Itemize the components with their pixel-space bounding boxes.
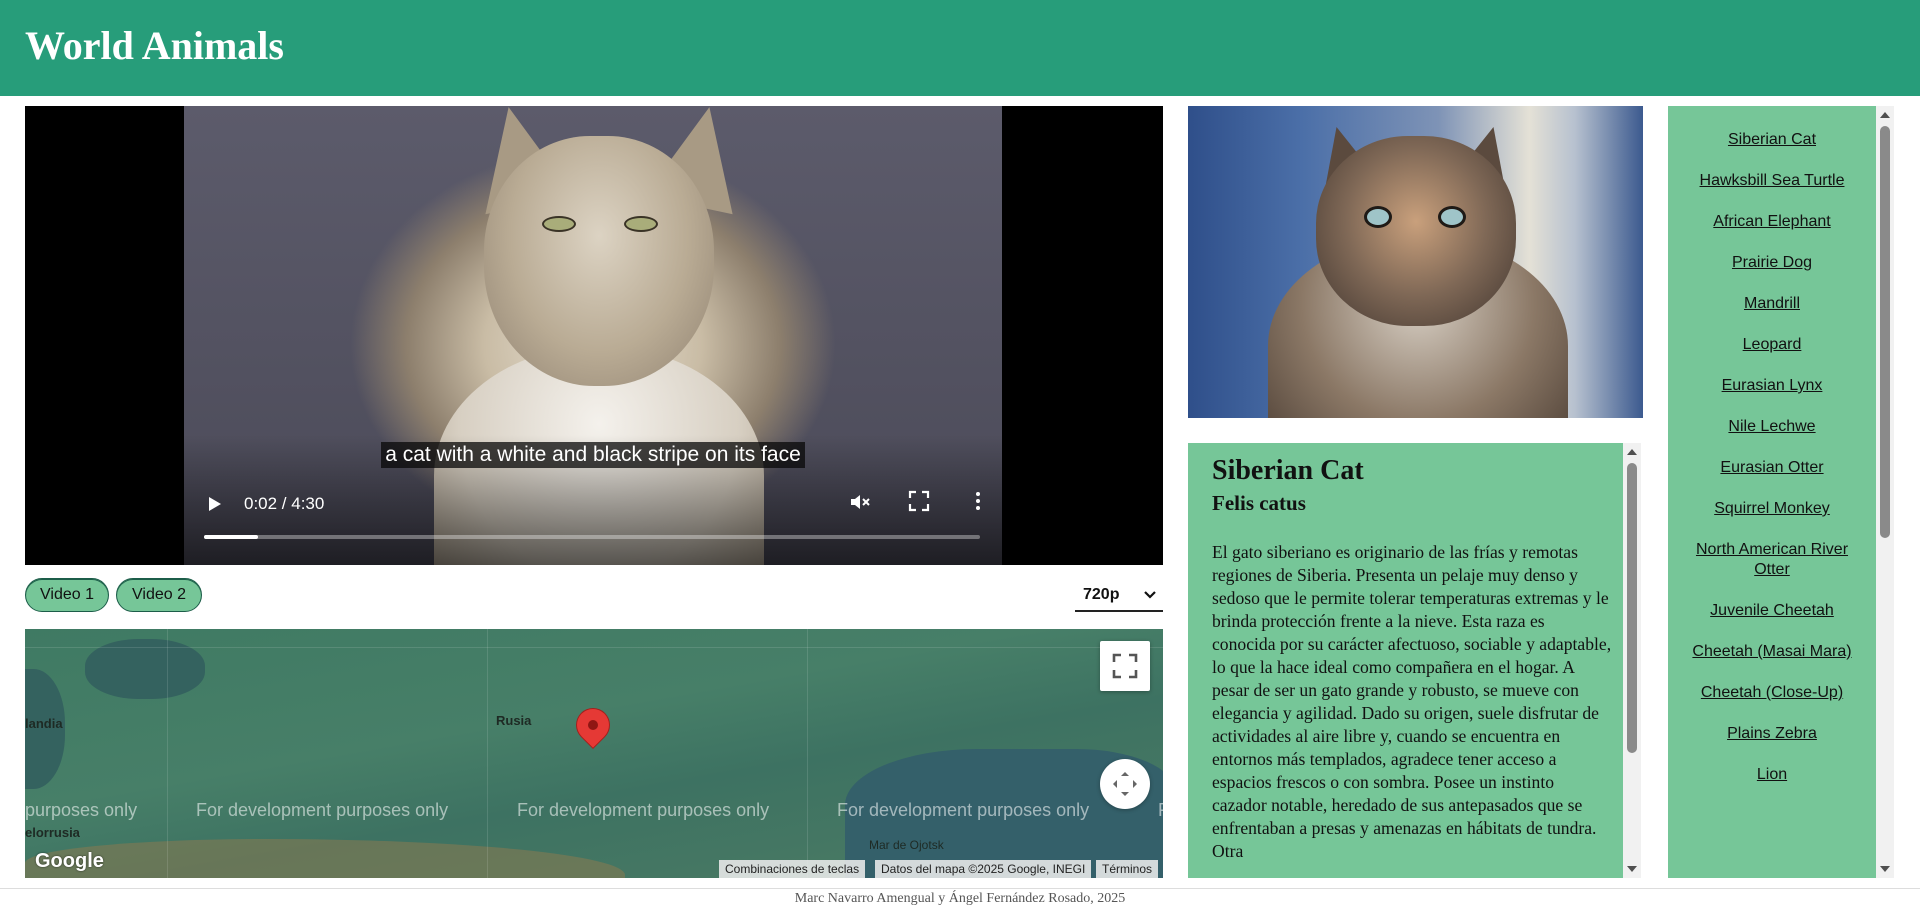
- animal-list-item: Eurasian Lynx: [1668, 376, 1876, 396]
- animal-link[interactable]: Squirrel Monkey: [1714, 500, 1830, 517]
- animal-description: El gato siberiano es originario de las f…: [1212, 542, 1612, 861]
- animal-link[interactable]: Mandrill: [1744, 295, 1800, 312]
- video-player[interactable]: a cat with a white and black stripe on i…: [25, 106, 1163, 565]
- video-frame: a cat with a white and black stripe on i…: [184, 106, 1002, 565]
- animal-link[interactable]: Leopard: [1743, 336, 1802, 353]
- animal-list-item: Cheetah (Close-Up): [1668, 683, 1876, 703]
- animal-link[interactable]: Eurasian Lynx: [1722, 377, 1823, 394]
- photo-cat-eye-shape: [1438, 206, 1466, 228]
- animal-list-item: Eurasian Otter: [1668, 458, 1876, 478]
- map-place-label: elorrusia: [25, 825, 80, 840]
- photo-cat-eye-shape: [1364, 206, 1392, 228]
- map-keyboard-shortcuts-link[interactable]: Combinaciones de teclas: [719, 860, 866, 878]
- animal-list-item: Juvenile Cheetah: [1668, 601, 1876, 621]
- map-land: [25, 839, 625, 878]
- map-lake: [85, 639, 205, 699]
- animal-link[interactable]: Cheetah (Close-Up): [1701, 684, 1843, 701]
- animal-list-item: Siberian Cat: [1668, 130, 1876, 150]
- animal-link[interactable]: Cheetah (Masai Mara): [1692, 643, 1851, 660]
- dev-watermark: For development purposes only: [517, 800, 770, 820]
- scroll-up-icon[interactable]: [1627, 449, 1637, 455]
- fullscreen-icon[interactable]: [906, 490, 932, 516]
- scroll-down-icon[interactable]: [1627, 866, 1637, 872]
- quality-select[interactable]: 720p: [1075, 582, 1163, 612]
- map-terms-link[interactable]: Términos: [1096, 860, 1159, 878]
- video-progress-fill: [204, 535, 259, 539]
- footer-divider: [0, 888, 1920, 889]
- animal-link[interactable]: African Elephant: [1713, 213, 1830, 230]
- animal-list-item: Squirrel Monkey: [1668, 499, 1876, 519]
- animal-list-item: Mandrill: [1668, 294, 1876, 314]
- video-progress-bar[interactable]: [204, 535, 980, 539]
- animal-list-item: African Elephant: [1668, 212, 1876, 232]
- animal-link[interactable]: Hawksbill Sea Turtle: [1700, 172, 1845, 189]
- animal-link[interactable]: Prairie Dog: [1732, 254, 1812, 271]
- site-header: World Animals: [0, 0, 1920, 96]
- map-data-attribution: Datos del mapa ©2025 Google, INEGI: [875, 860, 1092, 878]
- animal-list-item: Leopard: [1668, 335, 1876, 355]
- animal-link[interactable]: Eurasian Otter: [1720, 459, 1823, 476]
- map-gridline: [487, 629, 488, 878]
- footer-credits: Marc Navarro Amengual y Ángel Fernández …: [794, 891, 1126, 906]
- video-time: 0:02 / 4:30: [244, 494, 325, 513]
- scroll-up-icon[interactable]: [1880, 112, 1890, 118]
- scrollbar-thumb[interactable]: [1880, 126, 1890, 538]
- video-1-button[interactable]: Video 1: [25, 578, 109, 612]
- map[interactable]: landia Rusia elorrusia Mar de Ojotsk pur…: [25, 629, 1163, 878]
- info-scrollbar[interactable]: [1623, 443, 1641, 878]
- map-place-label: Mar de Ojotsk: [869, 838, 944, 852]
- more-vertical-icon[interactable]: [965, 490, 991, 516]
- animal-list-item: Hawksbill Sea Turtle: [1668, 171, 1876, 191]
- site-title: World Animals: [25, 23, 284, 68]
- animal-photo: [1188, 106, 1643, 418]
- animal-scientific-name: Felis catus: [1212, 491, 1306, 515]
- scroll-down-icon[interactable]: [1880, 866, 1890, 872]
- dev-watermark: For development purposes only: [196, 800, 449, 820]
- map-fullscreen-icon[interactable]: [1100, 641, 1150, 691]
- video-controls: 0:02 / 4:30: [184, 106, 1002, 565]
- video-2-button[interactable]: Video 2: [116, 578, 202, 612]
- dev-watermark: purposes only: [25, 800, 138, 820]
- dev-watermark: For development purposes only: [837, 800, 1090, 820]
- animal-link[interactable]: North American River Otter: [1696, 541, 1848, 578]
- quality-value: 720p: [1083, 586, 1120, 603]
- animal-list-item: Plains Zebra: [1668, 724, 1876, 744]
- animal-list-item: Lion: [1668, 765, 1876, 785]
- animal-list-item: Prairie Dog: [1668, 253, 1876, 273]
- map-pin-icon[interactable]: [570, 702, 616, 748]
- map-place-label: Rusia: [496, 713, 532, 728]
- map-gridline: [25, 647, 1163, 648]
- animal-link[interactable]: Nile Lechwe: [1728, 418, 1815, 435]
- play-icon[interactable]: [204, 492, 226, 516]
- map-gridline: [807, 629, 808, 878]
- animal-info-panel[interactable]: Siberian Cat Felis catus El gato siberia…: [1188, 443, 1623, 878]
- list-scrollbar[interactable]: [1876, 106, 1894, 878]
- map-place-label: landia: [25, 716, 63, 731]
- animal-link[interactable]: Juvenile Cheetah: [1710, 602, 1834, 619]
- animal-list-item: Cheetah (Masai Mara): [1668, 642, 1876, 662]
- scrollbar-thumb[interactable]: [1627, 463, 1637, 753]
- animal-list-item: North American River Otter: [1668, 540, 1876, 580]
- map-gridline: [167, 629, 168, 878]
- animal-link[interactable]: Plains Zebra: [1727, 725, 1817, 742]
- animal-list[interactable]: Siberian Cat Hawksbill Sea Turtle African …: [1668, 106, 1876, 878]
- animal-list-items: Siberian Cat Hawksbill Sea Turtle African …: [1668, 106, 1876, 785]
- animal-link[interactable]: Siberian Cat: [1728, 131, 1816, 148]
- animal-name: Siberian Cat: [1212, 455, 1364, 486]
- animal-link[interactable]: Lion: [1757, 766, 1787, 783]
- dev-watermark: F: [1158, 800, 1163, 821]
- chevron-down-icon: [1143, 582, 1157, 617]
- map-pan-control-icon[interactable]: [1100, 759, 1150, 809]
- animal-list-item: Nile Lechwe: [1668, 417, 1876, 437]
- photo-cat-head-shape: [1316, 136, 1516, 326]
- google-logo: Google: [35, 850, 104, 872]
- muted-speaker-icon[interactable]: [847, 490, 873, 516]
